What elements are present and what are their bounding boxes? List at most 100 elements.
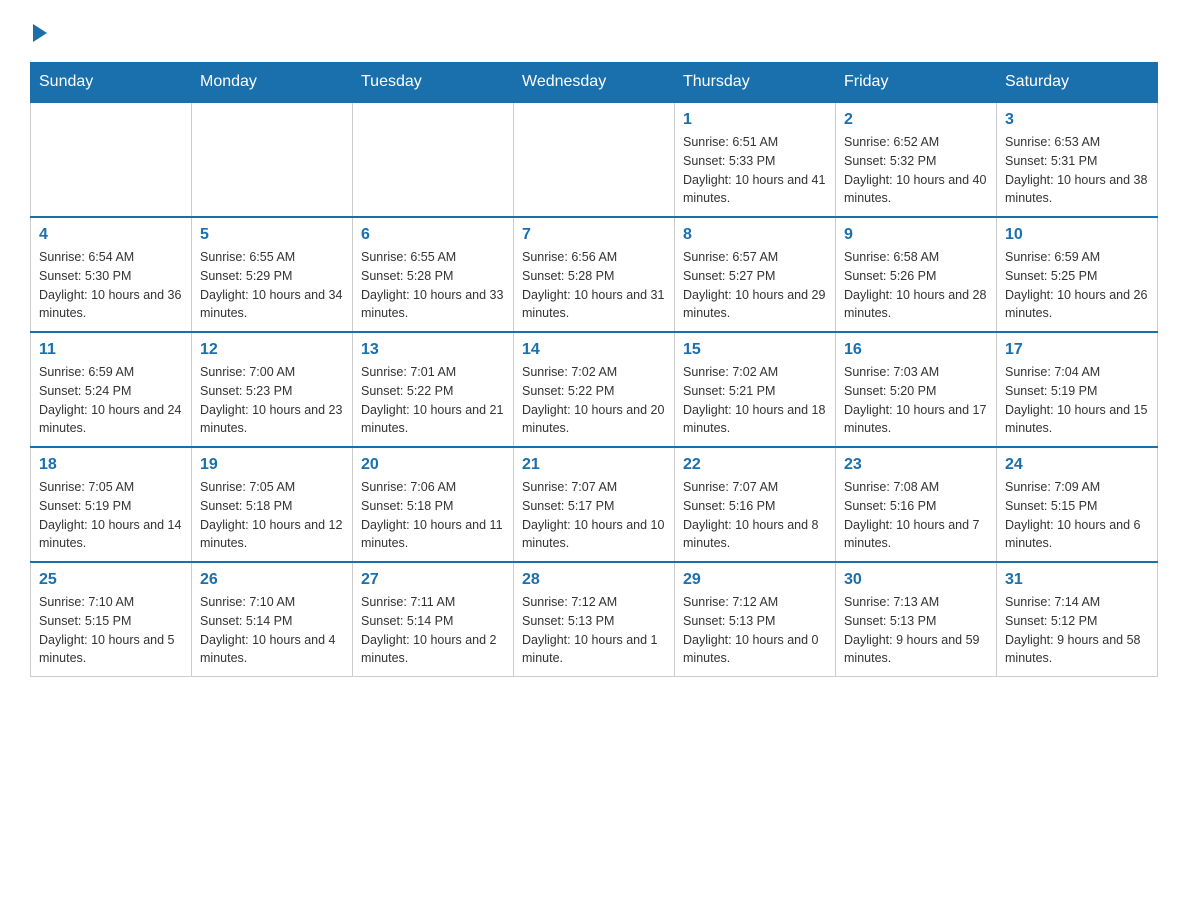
calendar-cell: [31, 102, 192, 217]
day-info: Sunrise: 6:53 AM Sunset: 5:31 PM Dayligh…: [1005, 133, 1149, 208]
week-row-3: 11 Sunrise: 6:59 AM Sunset: 5:24 PM Dayli…: [31, 332, 1158, 447]
calendar-cell: 4 Sunrise: 6:54 AM Sunset: 5:30 PM Daylig…: [31, 217, 192, 332]
calendar-cell: [514, 102, 675, 217]
calendar-cell: 18 Sunrise: 7:05 AM Sunset: 5:19 PM Dayli…: [31, 447, 192, 562]
day-info: Sunrise: 7:10 AM Sunset: 5:15 PM Dayligh…: [39, 593, 183, 668]
day-info: Sunrise: 7:12 AM Sunset: 5:13 PM Dayligh…: [683, 593, 827, 668]
logo-arrow-icon: [33, 24, 47, 42]
calendar-cell: 25 Sunrise: 7:10 AM Sunset: 5:15 PM Dayli…: [31, 562, 192, 677]
day-number: 28: [522, 571, 666, 589]
calendar-cell: 19 Sunrise: 7:05 AM Sunset: 5:18 PM Dayli…: [192, 447, 353, 562]
week-row-2: 4 Sunrise: 6:54 AM Sunset: 5:30 PM Daylig…: [31, 217, 1158, 332]
calendar-table: SundayMondayTuesdayWednesdayThursdayFrid…: [30, 62, 1158, 677]
day-info: Sunrise: 7:05 AM Sunset: 5:18 PM Dayligh…: [200, 478, 344, 553]
column-header-monday: Monday: [192, 63, 353, 103]
day-number: 5: [200, 226, 344, 244]
column-header-sunday: Sunday: [31, 63, 192, 103]
day-number: 8: [683, 226, 827, 244]
day-info: Sunrise: 6:51 AM Sunset: 5:33 PM Dayligh…: [683, 133, 827, 208]
day-info: Sunrise: 7:06 AM Sunset: 5:18 PM Dayligh…: [361, 478, 505, 553]
column-header-friday: Friday: [836, 63, 997, 103]
day-info: Sunrise: 7:02 AM Sunset: 5:22 PM Dayligh…: [522, 363, 666, 438]
day-info: Sunrise: 7:07 AM Sunset: 5:16 PM Dayligh…: [683, 478, 827, 553]
calendar-cell: 17Sunrise: 7:04 AM Sunset: 5:19 PM Dayli…: [997, 332, 1158, 447]
day-info: Sunrise: 6:59 AM Sunset: 5:25 PM Dayligh…: [1005, 248, 1149, 323]
column-header-tuesday: Tuesday: [353, 63, 514, 103]
calendar-cell: 13 Sunrise: 7:01 AM Sunset: 5:22 PM Dayli…: [353, 332, 514, 447]
calendar-cell: 14Sunrise: 7:02 AM Sunset: 5:22 PM Dayli…: [514, 332, 675, 447]
calendar-cell: 21 Sunrise: 7:07 AM Sunset: 5:17 PM Dayli…: [514, 447, 675, 562]
day-info: Sunrise: 6:59 AM Sunset: 5:24 PM Dayligh…: [39, 363, 183, 438]
day-number: 7: [522, 226, 666, 244]
day-number: 18: [39, 456, 183, 474]
calendar-cell: [353, 102, 514, 217]
calendar-cell: [192, 102, 353, 217]
calendar-cell: 11 Sunrise: 6:59 AM Sunset: 5:24 PM Dayli…: [31, 332, 192, 447]
calendar-cell: 6Sunrise: 6:55 AM Sunset: 5:28 PM Daylig…: [353, 217, 514, 332]
column-header-saturday: Saturday: [997, 63, 1158, 103]
column-header-thursday: Thursday: [675, 63, 836, 103]
calendar-cell: 29 Sunrise: 7:12 AM Sunset: 5:13 PM Dayli…: [675, 562, 836, 677]
day-info: Sunrise: 6:57 AM Sunset: 5:27 PM Dayligh…: [683, 248, 827, 323]
calendar-cell: 24 Sunrise: 7:09 AM Sunset: 5:15 PM Dayli…: [997, 447, 1158, 562]
calendar-cell: 27 Sunrise: 7:11 AM Sunset: 5:14 PM Dayli…: [353, 562, 514, 677]
day-number: 30: [844, 571, 988, 589]
day-info: Sunrise: 7:08 AM Sunset: 5:16 PM Dayligh…: [844, 478, 988, 553]
week-row-4: 18 Sunrise: 7:05 AM Sunset: 5:19 PM Dayli…: [31, 447, 1158, 562]
day-number: 4: [39, 226, 183, 244]
day-number: 27: [361, 571, 505, 589]
day-info: Sunrise: 7:00 AM Sunset: 5:23 PM Dayligh…: [200, 363, 344, 438]
calendar-cell: 20 Sunrise: 7:06 AM Sunset: 5:18 PM Dayli…: [353, 447, 514, 562]
calendar-cell: 15Sunrise: 7:02 AM Sunset: 5:21 PM Dayli…: [675, 332, 836, 447]
calendar-cell: 28 Sunrise: 7:12 AM Sunset: 5:13 PM Dayli…: [514, 562, 675, 677]
calendar-header-row: SundayMondayTuesdayWednesdayThursdayFrid…: [31, 63, 1158, 103]
calendar-cell: 26 Sunrise: 7:10 AM Sunset: 5:14 PM Dayli…: [192, 562, 353, 677]
day-number: 19: [200, 456, 344, 474]
week-row-5: 25 Sunrise: 7:10 AM Sunset: 5:15 PM Dayli…: [31, 562, 1158, 677]
day-number: 13: [361, 341, 505, 359]
day-info: Sunrise: 7:11 AM Sunset: 5:14 PM Dayligh…: [361, 593, 505, 668]
day-number: 24: [1005, 456, 1149, 474]
calendar-cell: 7Sunrise: 6:56 AM Sunset: 5:28 PM Daylig…: [514, 217, 675, 332]
day-number: 17: [1005, 341, 1149, 359]
day-number: 9: [844, 226, 988, 244]
day-info: Sunrise: 6:52 AM Sunset: 5:32 PM Dayligh…: [844, 133, 988, 208]
calendar-cell: 1 Sunrise: 6:51 AM Sunset: 5:33 PM Daylig…: [675, 102, 836, 217]
page-header: [30, 20, 1158, 42]
calendar-cell: 16Sunrise: 7:03 AM Sunset: 5:20 PM Dayli…: [836, 332, 997, 447]
day-info: Sunrise: 7:13 AM Sunset: 5:13 PM Dayligh…: [844, 593, 988, 668]
calendar-cell: 8 Sunrise: 6:57 AM Sunset: 5:27 PM Daylig…: [675, 217, 836, 332]
calendar-cell: 31Sunrise: 7:14 AM Sunset: 5:12 PM Dayli…: [997, 562, 1158, 677]
day-number: 25: [39, 571, 183, 589]
day-number: 26: [200, 571, 344, 589]
day-info: Sunrise: 6:54 AM Sunset: 5:30 PM Dayligh…: [39, 248, 183, 323]
day-number: 6: [361, 226, 505, 244]
day-number: 3: [1005, 111, 1149, 129]
day-info: Sunrise: 7:05 AM Sunset: 5:19 PM Dayligh…: [39, 478, 183, 553]
day-info: Sunrise: 6:58 AM Sunset: 5:26 PM Dayligh…: [844, 248, 988, 323]
day-number: 15: [683, 341, 827, 359]
day-number: 20: [361, 456, 505, 474]
day-info: Sunrise: 7:09 AM Sunset: 5:15 PM Dayligh…: [1005, 478, 1149, 553]
calendar-cell: 9 Sunrise: 6:58 AM Sunset: 5:26 PM Daylig…: [836, 217, 997, 332]
day-info: Sunrise: 7:10 AM Sunset: 5:14 PM Dayligh…: [200, 593, 344, 668]
day-number: 2: [844, 111, 988, 129]
logo: [30, 20, 47, 42]
day-number: 12: [200, 341, 344, 359]
day-info: Sunrise: 7:03 AM Sunset: 5:20 PM Dayligh…: [844, 363, 988, 438]
calendar-cell: 5 Sunrise: 6:55 AM Sunset: 5:29 PM Daylig…: [192, 217, 353, 332]
calendar-cell: 30 Sunrise: 7:13 AM Sunset: 5:13 PM Dayli…: [836, 562, 997, 677]
day-info: Sunrise: 6:55 AM Sunset: 5:29 PM Dayligh…: [200, 248, 344, 323]
calendar-cell: 2 Sunrise: 6:52 AM Sunset: 5:32 PM Daylig…: [836, 102, 997, 217]
day-info: Sunrise: 7:12 AM Sunset: 5:13 PM Dayligh…: [522, 593, 666, 668]
calendar-cell: 10Sunrise: 6:59 AM Sunset: 5:25 PM Dayli…: [997, 217, 1158, 332]
day-info: Sunrise: 7:07 AM Sunset: 5:17 PM Dayligh…: [522, 478, 666, 553]
day-number: 1: [683, 111, 827, 129]
column-header-wednesday: Wednesday: [514, 63, 675, 103]
calendar-cell: 3 Sunrise: 6:53 AM Sunset: 5:31 PM Daylig…: [997, 102, 1158, 217]
day-number: 11: [39, 341, 183, 359]
calendar-cell: 22Sunrise: 7:07 AM Sunset: 5:16 PM Dayli…: [675, 447, 836, 562]
day-info: Sunrise: 7:01 AM Sunset: 5:22 PM Dayligh…: [361, 363, 505, 438]
day-number: 21: [522, 456, 666, 474]
day-number: 29: [683, 571, 827, 589]
